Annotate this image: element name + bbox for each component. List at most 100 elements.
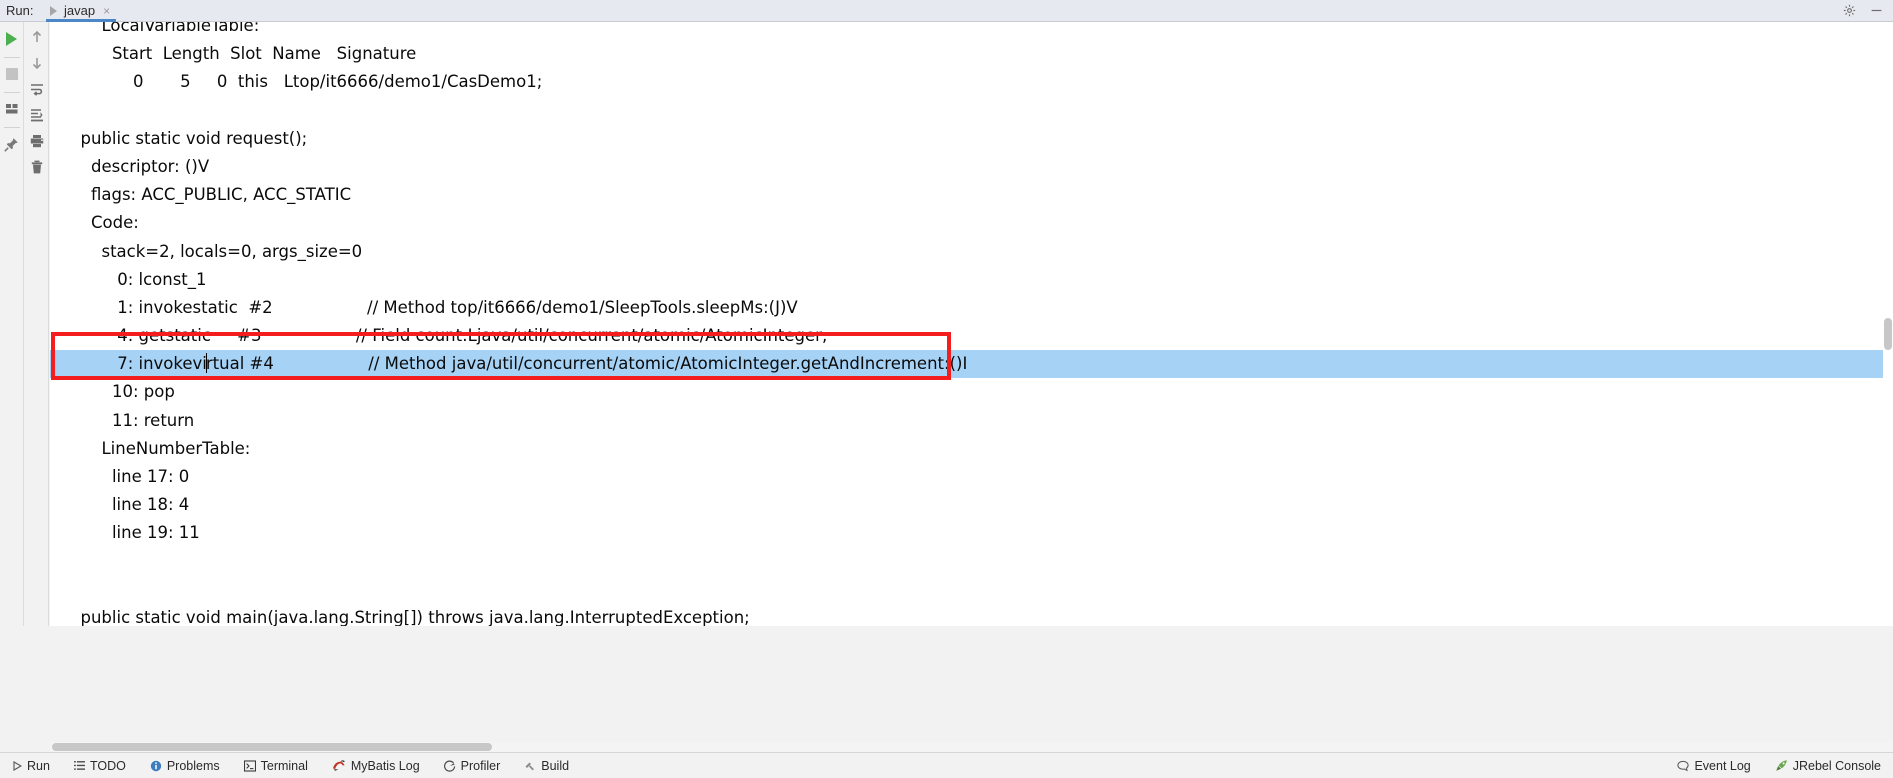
tab-javap[interactable]: javap × <box>46 0 117 22</box>
console-line-text: line 17: 0 <box>70 467 190 486</box>
console-text[interactable]: LocalVariableTable: Start Length Slot Na… <box>50 22 1893 626</box>
minimize-icon[interactable] <box>1870 4 1883 17</box>
horizontal-scrollbar-thumb[interactable] <box>52 743 492 751</box>
console-line[interactable]: public static void main(java.lang.String… <box>70 604 1893 626</box>
console-line-text <box>70 580 75 599</box>
console-line-text: Start Length Slot Name Signature <box>70 44 417 64</box>
console-line[interactable]: 0: lconst_1 <box>70 266 1893 294</box>
build-hammer-icon <box>524 760 536 772</box>
status-bar: Run TODO Problems Terminal MyBatis Log P… <box>0 752 1893 778</box>
console-line-text: public static void main(java.lang.String… <box>70 607 750 626</box>
status-problems-label: Problems <box>166 758 220 773</box>
console-line-text: stack=2, locals=0, args_size=0 <box>70 241 363 261</box>
trash-icon <box>31 160 42 174</box>
console-line[interactable]: stack=2, locals=0, args_size=0 <box>70 238 1893 266</box>
console-line-highlighted[interactable]: 7: invokevirtual #4 // Method java/util/… <box>50 350 1893 379</box>
toolbar-divider <box>3 127 20 128</box>
tab-javap-label: javap <box>64 3 96 18</box>
console-line[interactable]: 0 5 0 this Ltop/it6666/demo1/CasDemo1; <box>70 68 1893 96</box>
console-line[interactable]: 1: invokestatic #2 // Method top/it6666/… <box>70 294 1893 322</box>
status-mybatis-label: MyBatis Log <box>350 758 420 773</box>
console-line-text: 1: invokestatic #2 // Method top/it6666/… <box>70 297 798 317</box>
jrebel-icon <box>1775 759 1788 772</box>
console-actions-toolbar <box>25 22 49 626</box>
gear-icon[interactable] <box>1843 4 1856 17</box>
stop-button[interactable] <box>0 62 24 86</box>
down-button[interactable] <box>25 51 49 75</box>
console-line[interactable]: Code: <box>70 209 1893 237</box>
status-build[interactable]: Build <box>512 753 581 778</box>
console-line[interactable] <box>70 576 1893 604</box>
arrow-up-icon <box>32 30 41 42</box>
mybatis-bird-icon <box>332 759 346 772</box>
run-triangle-icon <box>50 5 57 16</box>
status-event-log-label: Event Log <box>1694 758 1751 773</box>
console-line[interactable]: line 18: 4 <box>70 491 1893 519</box>
console-line[interactable]: line 19: 11 <box>70 519 1893 547</box>
console-line-text: descriptor: ()V <box>70 156 210 176</box>
vertical-scrollbar-thumb[interactable] <box>1884 318 1892 350</box>
run-toolwindow-title: Run: <box>6 3 34 18</box>
close-icon[interactable]: × <box>103 5 110 17</box>
console-line-text: line 19: 11 <box>70 523 200 543</box>
console-line[interactable]: public static void request(); <box>70 125 1893 153</box>
run-toolwindow-header: Run: javap × <box>0 0 1893 22</box>
status-run-label: Run <box>27 758 50 773</box>
console-line-text-after-caret: rtual #4 // Method java/util/concurrent/… <box>205 354 968 374</box>
console-line-text: 4: getstatic #3 // Field count:Ljava/uti… <box>70 326 828 346</box>
console-line-text <box>70 101 75 120</box>
console-line[interactable]: line 17: 0 <box>70 463 1893 491</box>
clear-all-button[interactable] <box>25 155 49 179</box>
pin-tab-button[interactable] <box>0 132 24 156</box>
console-line-text: 11: return <box>70 410 195 430</box>
status-mybatis[interactable]: MyBatis Log <box>320 753 432 778</box>
status-profiler-label: Profiler <box>460 758 501 773</box>
soft-wrap-icon <box>30 84 43 96</box>
console-line-text: Code: <box>70 213 139 233</box>
play-icon <box>6 32 17 46</box>
console-line[interactable]: 10: pop <box>70 378 1893 406</box>
layout-button[interactable] <box>0 97 24 121</box>
status-jrebel-console[interactable]: JRebel Console <box>1763 753 1893 778</box>
console-line-text: LocalVariableTable: <box>70 22 260 35</box>
print-icon <box>30 135 43 148</box>
console-line[interactable]: 4: getstatic #3 // Field count:Ljava/uti… <box>70 322 1893 350</box>
status-problems[interactable]: Problems <box>138 753 232 778</box>
rerun-button[interactable] <box>0 27 24 51</box>
console-line-text: 0: lconst_1 <box>70 269 207 289</box>
console-line[interactable]: descriptor: ()V <box>70 153 1893 181</box>
console-line[interactable] <box>70 97 1893 125</box>
soft-wrap-button[interactable] <box>25 77 49 101</box>
toolbar-divider <box>3 92 20 93</box>
window-controls <box>1843 4 1893 17</box>
scroll-to-end-button[interactable] <box>25 103 49 127</box>
terminal-icon <box>243 759 256 772</box>
console-line-text: 0 5 0 this Ltop/it6666/demo1/CasDemo1; <box>70 72 543 92</box>
console-line-text: line 18: 4 <box>70 495 190 515</box>
console-line-text: LineNumberTable: <box>70 438 251 458</box>
status-profiler[interactable]: Profiler <box>432 753 513 778</box>
status-run[interactable]: Run <box>0 753 62 778</box>
status-event-log[interactable]: Event Log <box>1665 753 1762 778</box>
console-line-text: 7: invokevi <box>70 354 207 374</box>
console-line[interactable]: LineNumberTable: <box>70 435 1893 463</box>
javap-console-output[interactable]: LocalVariableTable: Start Length Slot Na… <box>50 22 1893 626</box>
console-line[interactable]: Start Length Slot Name Signature <box>70 40 1893 68</box>
problems-icon <box>150 760 162 772</box>
console-line[interactable] <box>70 548 1893 576</box>
run-triangle-icon <box>12 760 22 771</box>
status-todo-label: TODO <box>89 758 126 773</box>
scroll-end-icon <box>30 109 43 122</box>
console-line[interactable]: 11: return <box>70 407 1893 435</box>
up-button[interactable] <box>25 25 49 49</box>
toolbar-divider <box>3 57 20 58</box>
console-line-text: flags: ACC_PUBLIC, ACC_STATIC <box>70 185 352 205</box>
console-line-text: 10: pop <box>70 382 175 402</box>
print-button[interactable] <box>25 129 49 153</box>
console-line[interactable]: flags: ACC_PUBLIC, ACC_STATIC <box>70 181 1893 209</box>
status-terminal-label: Terminal <box>260 758 308 773</box>
pin-icon <box>4 137 18 152</box>
status-terminal[interactable]: Terminal <box>232 753 320 778</box>
console-line[interactable]: LocalVariableTable: <box>70 22 1893 40</box>
status-todo[interactable]: TODO <box>62 753 138 778</box>
